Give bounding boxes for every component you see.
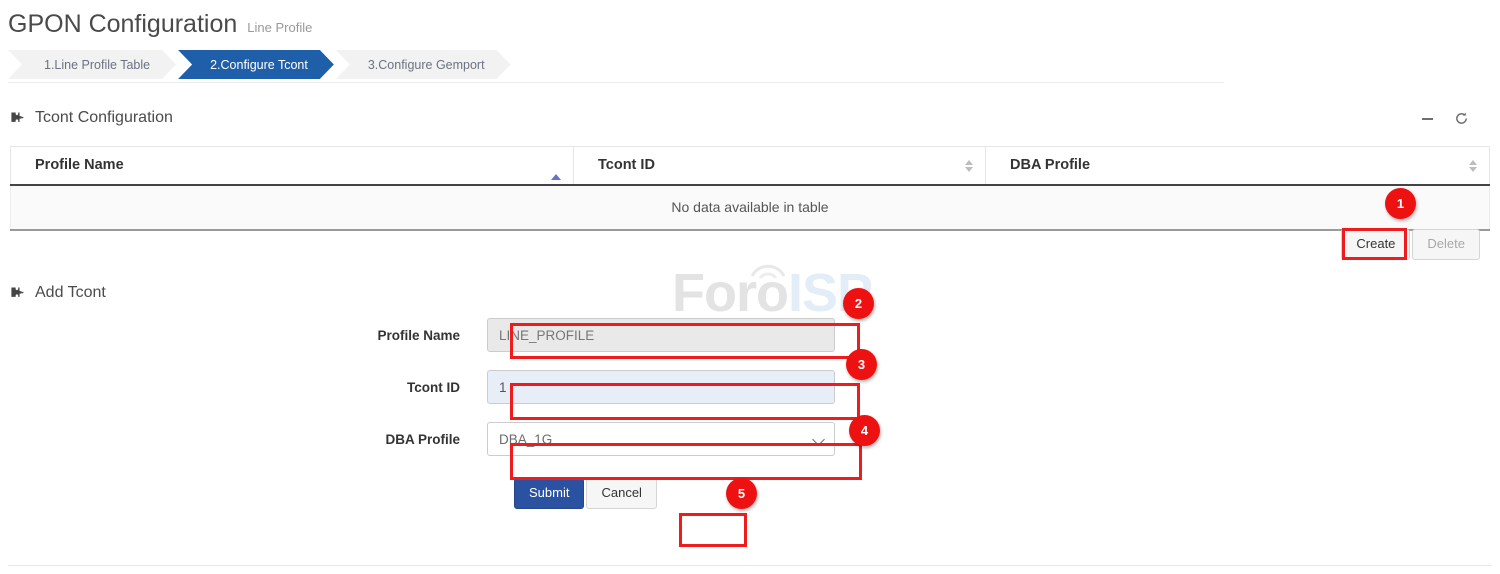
panel-tools xyxy=(1418,109,1492,127)
wizard-step-configure-tcont[interactable]: 2.Configure Tcont xyxy=(178,50,334,79)
form-bottom-divider xyxy=(8,565,1492,566)
form-action-buttons: Submit Cancel xyxy=(487,478,1500,509)
page-header: GPON Configuration Line Profile xyxy=(8,10,312,39)
field-row-profile-name: Profile Name xyxy=(0,318,1500,352)
submit-button[interactable]: Submit xyxy=(514,478,584,509)
label-dba-profile: DBA Profile xyxy=(0,432,487,447)
annotation-badge-1: 1 xyxy=(1385,188,1416,219)
column-header-profile-name[interactable]: Profile Name xyxy=(11,147,574,186)
refresh-icon[interactable] xyxy=(1452,109,1470,127)
table-header-row: Profile Name Tcont ID DBA Profile xyxy=(11,147,1490,186)
table-action-buttons: Create Delete xyxy=(0,229,1490,260)
tcont-configuration-title: Tcont Configuration xyxy=(35,109,173,127)
puzzle-piece-icon xyxy=(8,110,25,127)
column-label-tcont-id: Tcont ID xyxy=(598,157,655,173)
field-row-tcont-id: Tcont ID xyxy=(0,370,1500,404)
tcont-table-wrapper: Profile Name Tcont ID DBA Profile No dat xyxy=(10,146,1490,231)
wizard-steps: 1.Line Profile Table 2.Configure Tcont 3… xyxy=(8,50,513,79)
annotation-badge-5: 5 xyxy=(726,478,757,509)
annotation-badge-2: 2 xyxy=(843,288,874,319)
annotation-badge-4: 4 xyxy=(849,415,880,446)
wizard-step-configure-gemport[interactable]: 3.Configure Gemport xyxy=(336,50,511,79)
watermark-wifi-arc-icon xyxy=(748,258,788,280)
add-tcont-title: Add Tcont xyxy=(35,284,106,302)
puzzle-piece-icon xyxy=(8,285,25,302)
label-profile-name: Profile Name xyxy=(0,328,487,343)
dba-profile-select[interactable]: DBA_1G xyxy=(487,422,835,456)
tcont-configuration-panel-header: Tcont Configuration xyxy=(8,104,1492,132)
wizard-divider xyxy=(8,82,1224,83)
column-label-dba-profile: DBA Profile xyxy=(1010,157,1090,173)
minus-icon[interactable] xyxy=(1418,109,1436,127)
table-body: No data available in table xyxy=(11,185,1490,230)
wizard-step-line-profile-table[interactable]: 1.Line Profile Table xyxy=(8,50,176,79)
delete-button: Delete xyxy=(1412,229,1480,260)
foroisp-watermark: ForoISP xyxy=(672,262,872,324)
annotation-badge-3: 3 xyxy=(846,349,877,380)
page-subtitle: Line Profile xyxy=(247,20,312,35)
highlight-submit-button xyxy=(679,513,747,547)
tcont-table: Profile Name Tcont ID DBA Profile No dat xyxy=(10,146,1490,231)
table-empty-row: No data available in table xyxy=(11,185,1490,230)
column-label-profile-name: Profile Name xyxy=(35,157,124,173)
sort-ascending-icon xyxy=(551,158,561,174)
column-header-tcont-id[interactable]: Tcont ID xyxy=(574,147,986,186)
cancel-button[interactable]: Cancel xyxy=(586,478,656,509)
tcont-id-input[interactable] xyxy=(487,370,835,404)
watermark-foro: Foro xyxy=(672,263,788,323)
add-tcont-form-header: Add Tcont xyxy=(8,284,106,302)
sort-none-icon xyxy=(1469,160,1477,172)
label-tcont-id: Tcont ID xyxy=(0,380,487,395)
table-header: Profile Name Tcont ID DBA Profile xyxy=(11,147,1490,186)
table-empty-message: No data available in table xyxy=(11,185,1490,230)
create-button[interactable]: Create xyxy=(1341,229,1410,260)
sort-none-icon xyxy=(965,160,973,172)
field-row-dba-profile: DBA Profile DBA_1G xyxy=(0,422,1500,456)
page-title: GPON Configuration xyxy=(8,10,237,39)
column-header-dba-profile[interactable]: DBA Profile xyxy=(986,147,1490,186)
gpon-configuration-page: ForoISP GPON Configuration Line Profile … xyxy=(0,0,1500,574)
profile-name-input[interactable] xyxy=(487,318,835,352)
